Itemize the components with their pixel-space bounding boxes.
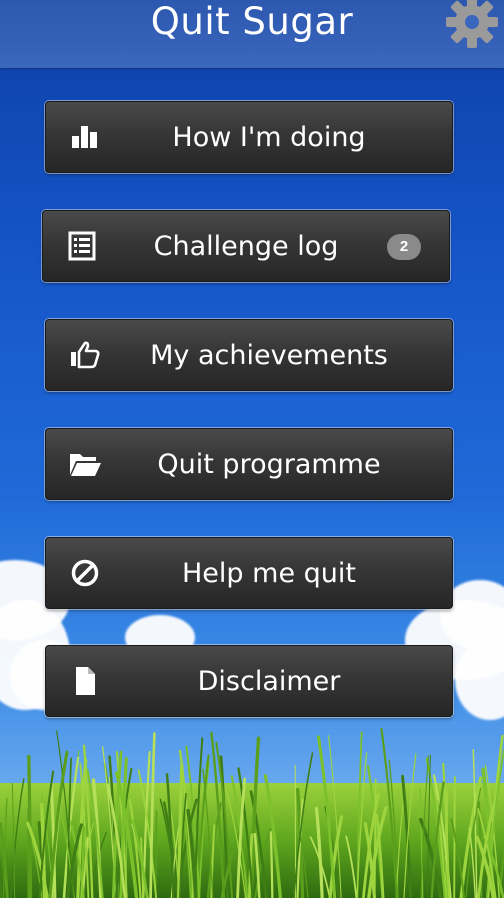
- app-header: Quit Sugar: [0, 0, 504, 68]
- thumbs-up-icon: [71, 341, 100, 369]
- help-me-quit-label: Help me quit: [182, 558, 356, 589]
- ban-icon: [71, 559, 99, 587]
- challenge-log-button[interactable]: Challenge log 2: [42, 210, 450, 282]
- home-screen: Quit Sugar How I'm doing Challenge log 2…: [0, 0, 504, 898]
- bar-chart-icon: [72, 126, 97, 148]
- gear-icon[interactable]: [444, 0, 500, 50]
- disclaimer-button[interactable]: Disclaimer: [45, 645, 453, 717]
- folder-open-icon: [70, 454, 101, 476]
- document-icon: [76, 667, 95, 695]
- grass-background: [0, 727, 504, 898]
- my-achievements-button[interactable]: My achievements: [45, 319, 453, 391]
- how-im-doing-label: How I'm doing: [172, 122, 366, 153]
- disclaimer-label: Disclaimer: [197, 666, 341, 697]
- challenge-log-label: Challenge log: [153, 231, 339, 262]
- challenge-count-badge: 2: [387, 234, 421, 260]
- grass-blade: [373, 778, 377, 898]
- app-title: Quit Sugar: [150, 0, 354, 43]
- list-icon: [68, 231, 96, 261]
- how-im-doing-button[interactable]: How I'm doing: [45, 101, 453, 173]
- quit-programme-button[interactable]: Quit programme: [45, 428, 453, 500]
- help-me-quit-button[interactable]: Help me quit: [45, 537, 453, 609]
- quit-programme-label: Quit programme: [157, 449, 381, 480]
- my-achievements-label: My achievements: [150, 340, 388, 371]
